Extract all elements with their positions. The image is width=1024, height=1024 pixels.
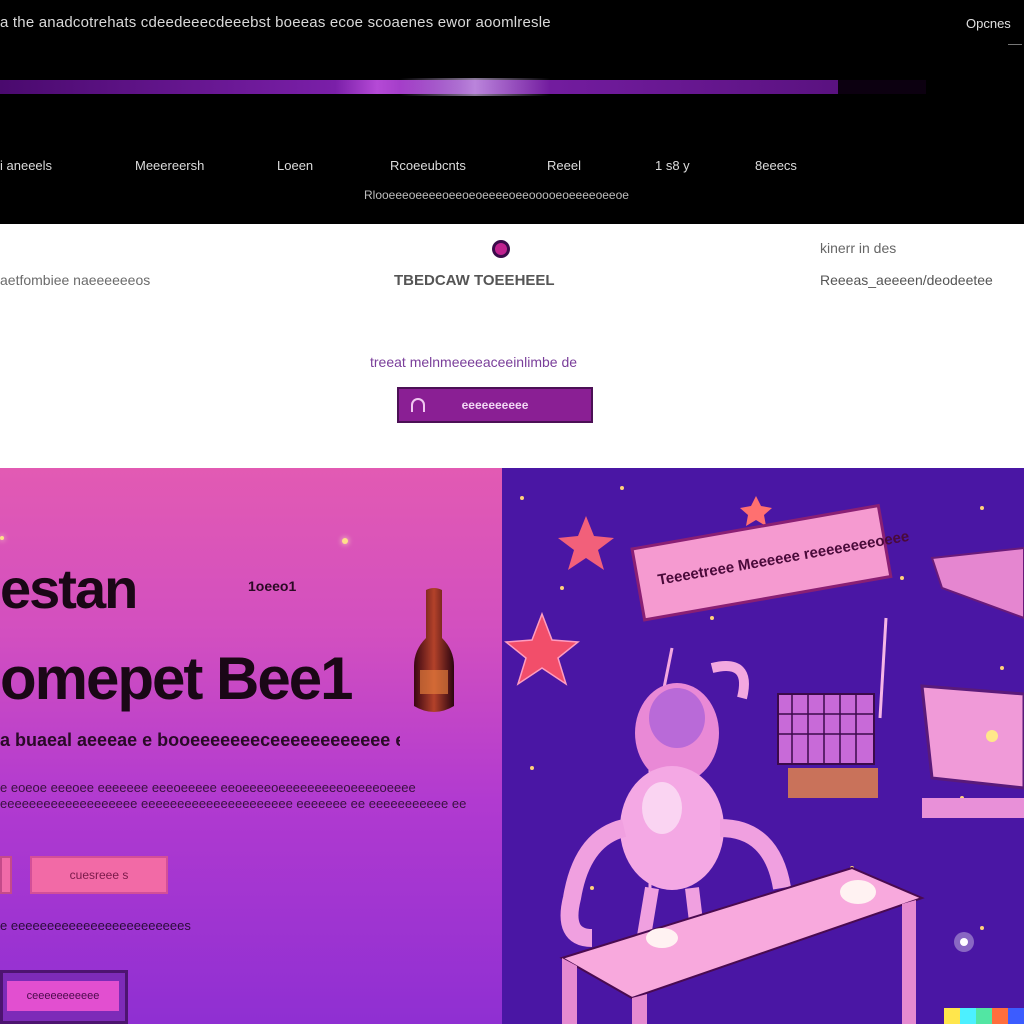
header-tagline: a the anadcotrehats cdeedeeecdeeebst boe…: [0, 14, 551, 31]
glow-star-icon: [954, 932, 974, 952]
watermark-swatch: [1008, 1008, 1024, 1024]
bottle-icon: [414, 588, 454, 712]
machine-structure: [777, 693, 878, 798]
star-icon: [504, 611, 580, 686]
hero-subtitle: a buaeal aeeeae e booeeeeeeeceeeeeeeeeee…: [0, 730, 400, 750]
nav-item-5[interactable]: Reeel: [547, 158, 581, 173]
hero-badge: 1oeeo1: [248, 578, 297, 594]
hero-title-line-1: estan: [0, 557, 138, 620]
top-header: a the anadcotrehats cdeedeeecdeeebst boe…: [0, 0, 1024, 224]
hero-illustration: Teeeetreee Meeeeee reeeeeeeeoeee: [502, 468, 1024, 1024]
nav-item-4[interactable]: Rcoeeubcnts: [390, 158, 466, 173]
promo-text: treeat melnmeeeeaceeinlimbe de: [370, 354, 578, 370]
hero-body-text: e eoeoe eeeoee eeeeeee eeeoeeeee eeoeeee…: [0, 780, 467, 811]
nav-item-7[interactable]: 8eeecs: [755, 158, 797, 173]
nav-subtitle: Rlooeeeoeeeeoeeoeoeeeeoeeooooeoeeeeoeeoe: [364, 188, 629, 202]
info-left-text: aetfombiee naeeeeeeos: [0, 272, 151, 288]
watermark-swatch: [992, 1008, 1008, 1024]
nav-item-1[interactable]: i aneeels: [0, 158, 52, 173]
info-right-label[interactable]: kinerr in des: [820, 240, 896, 256]
arc-icon: [411, 398, 425, 412]
hero-primary-button[interactable]: cuesreee s: [30, 856, 168, 894]
hero-card[interactable]: ceeeeeeeeeee: [0, 970, 128, 1024]
watermark-swatch: [976, 1008, 992, 1024]
hero-section: estan 1oeeo1 omepet Bee1 a buaeal aeeeae…: [0, 468, 502, 1024]
sparkle-icon: [342, 538, 348, 544]
color-watermark: [944, 1008, 1024, 1024]
star-icon: [558, 516, 614, 570]
nav-item-2[interactable]: Meeereersh: [135, 158, 204, 173]
main-nav: i aneeels Meeereersh Loeen Rcoeeubcnts R…: [0, 158, 1024, 178]
sparkle-icon: [0, 536, 4, 540]
nav-item-6[interactable]: 1 s8 y: [655, 158, 690, 173]
info-center-heading: TBEDCAW TOEEHEEL: [394, 272, 555, 289]
star-icon: [740, 496, 772, 526]
center-dot-icon: [492, 240, 510, 258]
hero-title-line-2: omepet Bee1: [0, 645, 353, 712]
hero-link[interactable]: e eeeeeeeeeeeeeeeeeeeeeeees: [0, 918, 191, 933]
hero-card-label: ceeeeeeeeeee: [7, 981, 119, 1011]
header-options-link[interactable]: Opcnes: [966, 16, 1011, 31]
robot-scene-illustration: Teeeetreee Meeeeee reeeeeeeeoeee: [504, 486, 1024, 1024]
info-right-value[interactable]: Reeeas_aeeeen/deodeetee: [820, 272, 993, 288]
promo-cta-button[interactable]: eeeeeeeeee: [397, 387, 593, 423]
hero-secondary-button[interactable]: [0, 856, 12, 894]
info-band: aetfombiee naeeeeeeos TBEDCAW TOEEHEEL k…: [0, 224, 1024, 468]
watermark-swatch: [944, 1008, 960, 1024]
watermark-swatch: [960, 1008, 976, 1024]
banner-sign: Teeeetreee Meeeeee reeeeeeeeoeee: [630, 503, 910, 622]
promo-cta-label: eeeeeeeeee: [461, 398, 529, 412]
nav-item-3[interactable]: Loeen: [277, 158, 313, 173]
progress-highlight: [400, 78, 550, 96]
desk: [559, 866, 925, 1024]
header-divider: [1008, 44, 1022, 45]
